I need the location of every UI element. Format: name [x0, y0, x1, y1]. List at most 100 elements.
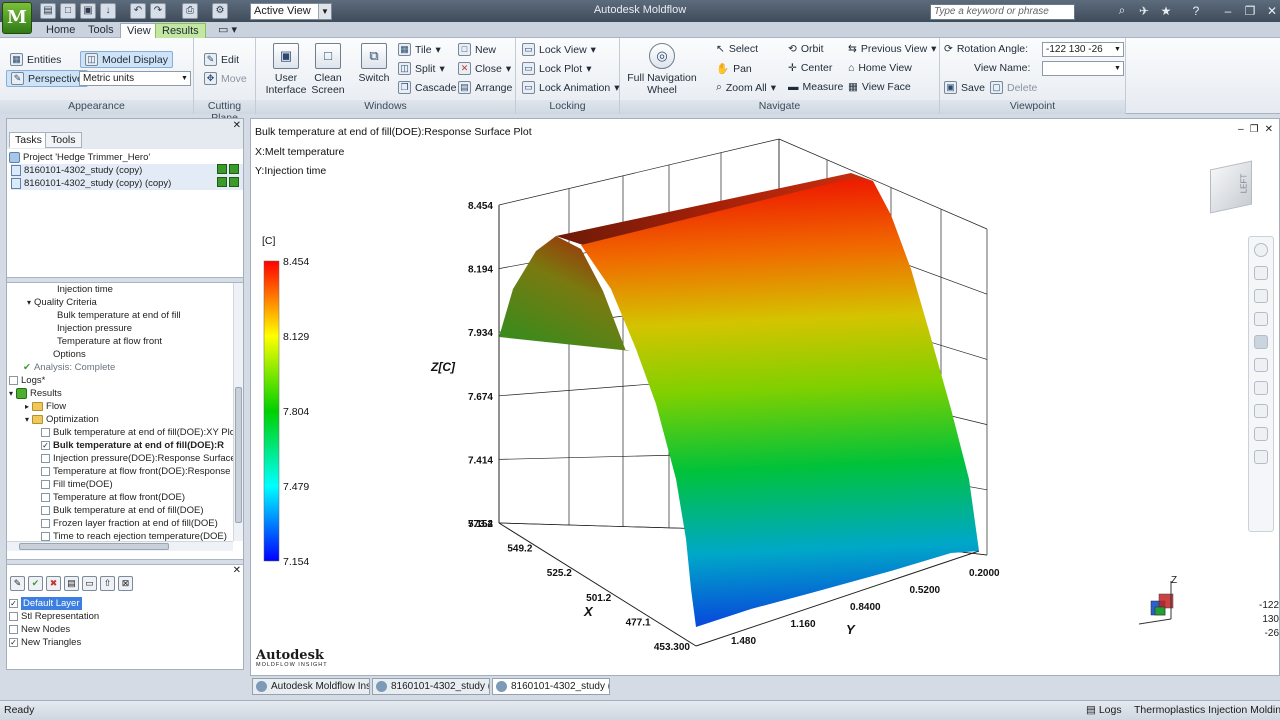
delete-layer-icon[interactable]: ✖ — [46, 576, 61, 591]
center-button[interactable]: ✛ Center — [788, 62, 832, 74]
tree-item[interactable]: ▸ Flow — [25, 400, 66, 413]
checkbox[interactable] — [41, 467, 50, 476]
lock-animation-button[interactable]: ▭ Lock Animation ▾ — [522, 81, 620, 94]
study-item[interactable]: 8160101-4302_study (copy) — [11, 164, 243, 177]
close-icon[interactable]: ✕ — [1264, 4, 1280, 18]
tab-tools[interactable]: Tools — [82, 23, 120, 38]
splitter[interactable] — [7, 559, 243, 565]
switch-button[interactable]: ⧉ Switch — [354, 43, 394, 84]
select-button[interactable]: ↖ Select — [716, 43, 758, 55]
result-item[interactable]: Time to reach ejection temperature(DOE) — [41, 530, 227, 541]
active-view-select[interactable]: Active View ▼ — [250, 3, 332, 20]
new-icon[interactable]: □ — [60, 3, 76, 19]
view-face-button[interactable]: ▦ View Face — [848, 81, 911, 93]
result-item[interactable]: Temperature at flow front(DOE) — [41, 491, 185, 504]
favorites-icon[interactable]: ★ — [1158, 4, 1174, 18]
checkbox[interactable] — [41, 519, 50, 528]
tree-item[interactable]: Injection pressure — [57, 322, 132, 335]
import-icon[interactable]: ↓ — [100, 3, 116, 19]
checkbox[interactable] — [9, 625, 18, 634]
clean-screen-button[interactable]: □ Clean Screen — [308, 43, 348, 96]
capture-icon[interactable] — [1254, 450, 1268, 464]
document-tab[interactable]: 8160101-4302_study (co... — [372, 678, 490, 695]
activate-layer-icon[interactable]: ✔ — [28, 576, 43, 591]
minimize-icon[interactable]: – — [1220, 4, 1236, 18]
subscription-icon[interactable]: ✈ — [1136, 4, 1152, 18]
checkbox[interactable] — [41, 493, 50, 502]
checkbox[interactable] — [41, 506, 50, 515]
scroll-thumb[interactable] — [19, 543, 169, 550]
tree-item[interactable]: Options — [53, 348, 86, 361]
steering-wheel-icon[interactable] — [1254, 243, 1268, 257]
tile-button[interactable]: ▦ Tile ▾ — [398, 43, 441, 56]
new-window-button[interactable]: □ New — [458, 43, 496, 56]
orbit-icon[interactable] — [1254, 312, 1268, 326]
tree-item[interactable]: Bulk temperature at end of fill — [57, 309, 181, 322]
tab-view[interactable]: View — [120, 23, 158, 38]
tree-item[interactable]: ✔ Analysis: Complete — [23, 361, 115, 374]
assign-layer-icon[interactable]: ⇧ — [100, 576, 115, 591]
select-icon[interactable] — [1254, 266, 1268, 280]
pan-button[interactable]: ✋ Pan — [716, 62, 752, 76]
user-interface-button[interactable]: ▣ User Interface — [264, 43, 308, 96]
split-button[interactable]: ◫ Split ▾ — [398, 62, 445, 75]
settings-icon[interactable]: ⚙ — [212, 3, 228, 19]
tab-home[interactable]: Home — [40, 23, 81, 38]
checkbox[interactable] — [41, 428, 50, 437]
close-window-button[interactable]: ✕ Close ▾ — [458, 62, 511, 75]
checkbox[interactable]: ✓ — [9, 638, 18, 647]
edit-button[interactable]: ✎ Edit — [204, 53, 239, 66]
result-item[interactable]: Injection pressure(DOE):Response Surface… — [41, 452, 233, 465]
clear-layer-icon[interactable]: ⊠ — [118, 576, 133, 591]
layer-item[interactable]: New Nodes — [9, 623, 70, 636]
units-select[interactable]: Metric units ▼ — [79, 71, 191, 86]
tree-item[interactable]: ▾ Results — [9, 387, 62, 400]
layer-display-icon[interactable]: ▭ — [82, 576, 97, 591]
move-button[interactable]: ✥ Move — [204, 72, 247, 85]
redo-icon[interactable]: ↷ — [150, 3, 166, 19]
cascade-button[interactable]: ❐ Cascade — [398, 81, 456, 94]
checkbox[interactable] — [41, 532, 50, 541]
checkbox[interactable] — [9, 376, 18, 385]
tree-item[interactable]: ▾ Quality Criteria — [27, 296, 97, 309]
zoom-icon[interactable] — [1254, 335, 1268, 349]
close-icon[interactable]: ✕ — [233, 120, 241, 131]
tree-item[interactable]: Logs* — [9, 374, 45, 387]
home-view-button[interactable]: ⌂ Home View — [848, 62, 912, 74]
lock-view-button[interactable]: ▭ Lock View ▾ — [522, 43, 596, 56]
result-item[interactable]: ✓ Bulk temperature at end of fill(DOE):R — [41, 439, 224, 452]
delete-view-button[interactable]: ▢ Delete — [990, 81, 1037, 94]
tree-hscrollbar[interactable] — [7, 541, 233, 551]
undo-icon[interactable]: ↶ — [130, 3, 146, 19]
tree-item[interactable]: Temperature at flow front — [57, 335, 162, 348]
checkbox[interactable]: ✓ — [9, 599, 18, 608]
model-display-button[interactable]: ◫ Model Display — [80, 51, 173, 68]
checkbox[interactable]: ✓ — [41, 441, 50, 450]
entities-button[interactable]: ▦ Entities — [10, 53, 61, 66]
layer-item[interactable]: ✓ Default Layer — [9, 597, 82, 610]
center-icon[interactable] — [1254, 381, 1268, 395]
plot-viewport[interactable]: Bulk temperature at end of fill(DOE):Res… — [250, 118, 1280, 676]
help-icon[interactable]: ? — [1188, 4, 1204, 18]
result-item[interactable]: Bulk temperature at end of fill(DOE) — [41, 504, 203, 517]
open-icon[interactable]: ▤ — [40, 3, 56, 19]
application-menu-button[interactable]: M — [2, 2, 32, 34]
result-item[interactable]: Temperature at flow front(DOE):Response … — [41, 465, 233, 478]
document-tab[interactable]: Autodesk Moldflow Insig... — [252, 678, 370, 695]
layer-item[interactable]: ✓ New Triangles — [9, 636, 81, 649]
checkbox[interactable] — [41, 454, 50, 463]
view-name-input[interactable]: ▼ — [1042, 61, 1124, 76]
layer-item[interactable]: Stl Representation — [9, 610, 99, 623]
tab-tasks[interactable]: Tasks — [9, 132, 48, 148]
checkbox[interactable] — [9, 612, 18, 621]
view-cube[interactable]: LEFT — [1206, 159, 1258, 215]
scroll-thumb[interactable] — [235, 387, 242, 523]
close-icon[interactable]: ✕ — [233, 565, 241, 576]
arrange-button[interactable]: ▤ Arrange — [458, 81, 512, 94]
tree-scrollbar[interactable] — [233, 283, 243, 541]
new-layer-icon[interactable]: ✎ — [10, 576, 25, 591]
tab-results[interactable]: Results — [155, 23, 206, 38]
pan-icon[interactable] — [1254, 289, 1268, 303]
print-icon[interactable]: ⎙ — [182, 3, 198, 19]
orbit-button[interactable]: ⟲ Orbit — [788, 43, 824, 55]
